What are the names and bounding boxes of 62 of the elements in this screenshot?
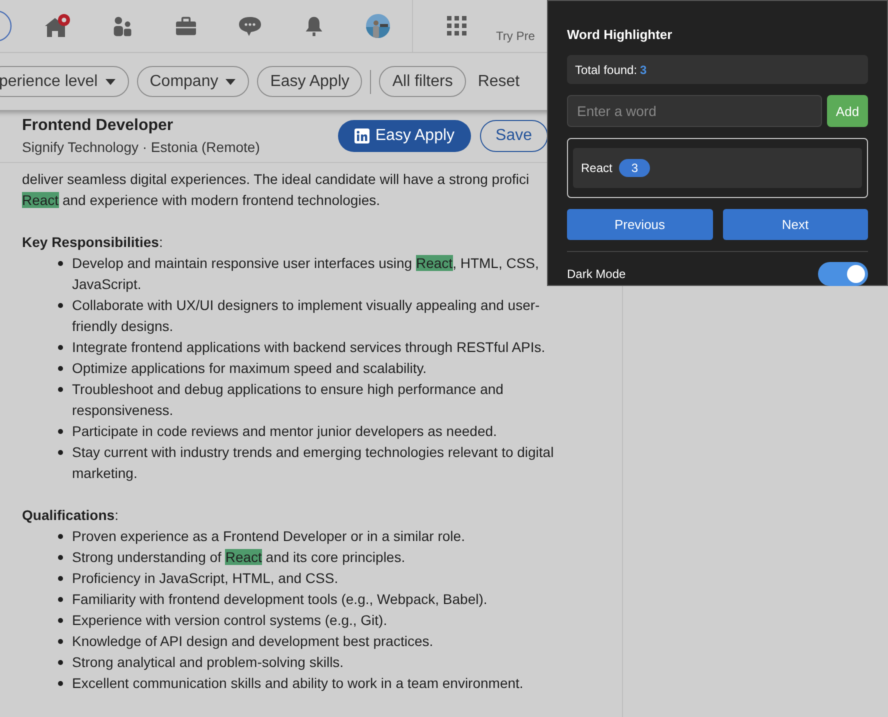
reset-button[interactable]: Reset	[474, 72, 524, 90]
bullet-icon	[58, 345, 63, 350]
easy-apply-button[interactable]: Easy Apply	[338, 120, 471, 152]
list-item-text: Integrate frontend applications with backend services through RESTful APIs.	[72, 338, 546, 357]
bullet-icon	[58, 429, 63, 434]
previous-button[interactable]: Previous	[567, 209, 712, 240]
job-title: Frontend Developer	[22, 117, 174, 135]
apps-grid-icon[interactable]	[447, 16, 467, 36]
bullet-icon	[58, 660, 63, 665]
logo-icon	[354, 128, 370, 144]
section-heading: Key Responsibilities:	[22, 233, 164, 252]
bell-icon[interactable]	[303, 15, 325, 37]
dark-mode-label: Dark Mode	[567, 267, 626, 281]
total-label: Total found:	[575, 62, 638, 76]
bullet-icon	[58, 618, 63, 623]
list-item-text: Strong analytical and problem-solving skills.	[72, 653, 344, 672]
word-input-field[interactable]: Enter a word	[567, 95, 822, 127]
list-item-text: Collaborate with UX/UI designers to implement visually appealing and user- friendly designs.	[72, 296, 540, 336]
company-location: Signify Technology · Estonia (Remote)	[22, 139, 261, 155]
home-icon[interactable]	[43, 13, 71, 39]
list-item-text: Stay current with industry trends and emerging technologies relevant to digital marketing.	[72, 443, 554, 483]
list-item-text: Strong understanding of React and its core principles.	[72, 548, 406, 567]
section-heading: Qualifications:	[22, 506, 120, 525]
count-badge: 3	[619, 159, 650, 177]
search-field[interactable]	[0, 10, 13, 42]
list-item-text: Proven experience as a Frontend Developer or in a similar role.	[72, 527, 465, 546]
caret-icon	[225, 78, 236, 84]
bullet-icon	[58, 387, 63, 392]
bullet-icon	[58, 261, 63, 266]
bullet-icon	[58, 597, 63, 602]
filter-button[interactable]: Company	[136, 66, 250, 97]
next-button[interactable]: Next	[722, 209, 868, 240]
total-count: 3	[640, 62, 647, 76]
list-item-text: Excellent communication skills and ability to work in a team environment.	[72, 674, 524, 693]
bullet-icon	[58, 576, 63, 581]
list-item-text: Experience with version control systems (e.g., Git).	[72, 611, 388, 630]
list-item-text: Optimize applications for maximum speed and scalability.	[72, 359, 427, 378]
premium-link[interactable]: Try Pre	[496, 29, 535, 43]
bullet-icon	[58, 555, 63, 560]
bullet-icon	[58, 303, 63, 308]
word-label: React	[581, 161, 612, 175]
chat-icon[interactable]	[238, 15, 262, 37]
list-item-text: Troubleshoot and debug applications to ensure high performance and responsiveness.	[72, 380, 504, 420]
dark-mode-toggle[interactable]	[818, 262, 868, 286]
list-item-text: Proficiency in JavaScript, HTML, and CSS.	[72, 569, 338, 588]
filter-button[interactable]: All filters	[379, 66, 466, 97]
bullet-icon	[58, 450, 63, 455]
bullet-icon	[58, 681, 63, 686]
caret-icon	[104, 78, 116, 84]
filter-button[interactable]: perience level	[0, 66, 129, 97]
briefcase-icon[interactable]	[175, 16, 197, 36]
list-item-text: Participate in code reviews and mentor junior developers as needed.	[72, 422, 497, 441]
filter-button[interactable]: Easy Apply	[257, 66, 362, 97]
list-item-text: Familiarity with frontend development tools (e.g., Webpack, Babel).	[72, 590, 488, 609]
word-list-item[interactable]: React 3	[573, 148, 862, 188]
bullet-icon	[58, 366, 63, 371]
people-icon[interactable]	[112, 15, 134, 37]
bullet-icon	[58, 534, 63, 539]
panel-title: Word Highlighter	[567, 27, 674, 42]
list-item-text: Develop and maintain responsive user interfaces using React, HTML, CSS, JavaScript.	[72, 254, 539, 294]
bullet-icon	[58, 639, 63, 644]
list-item-text: Knowledge of API design and development best practices.	[72, 632, 434, 651]
